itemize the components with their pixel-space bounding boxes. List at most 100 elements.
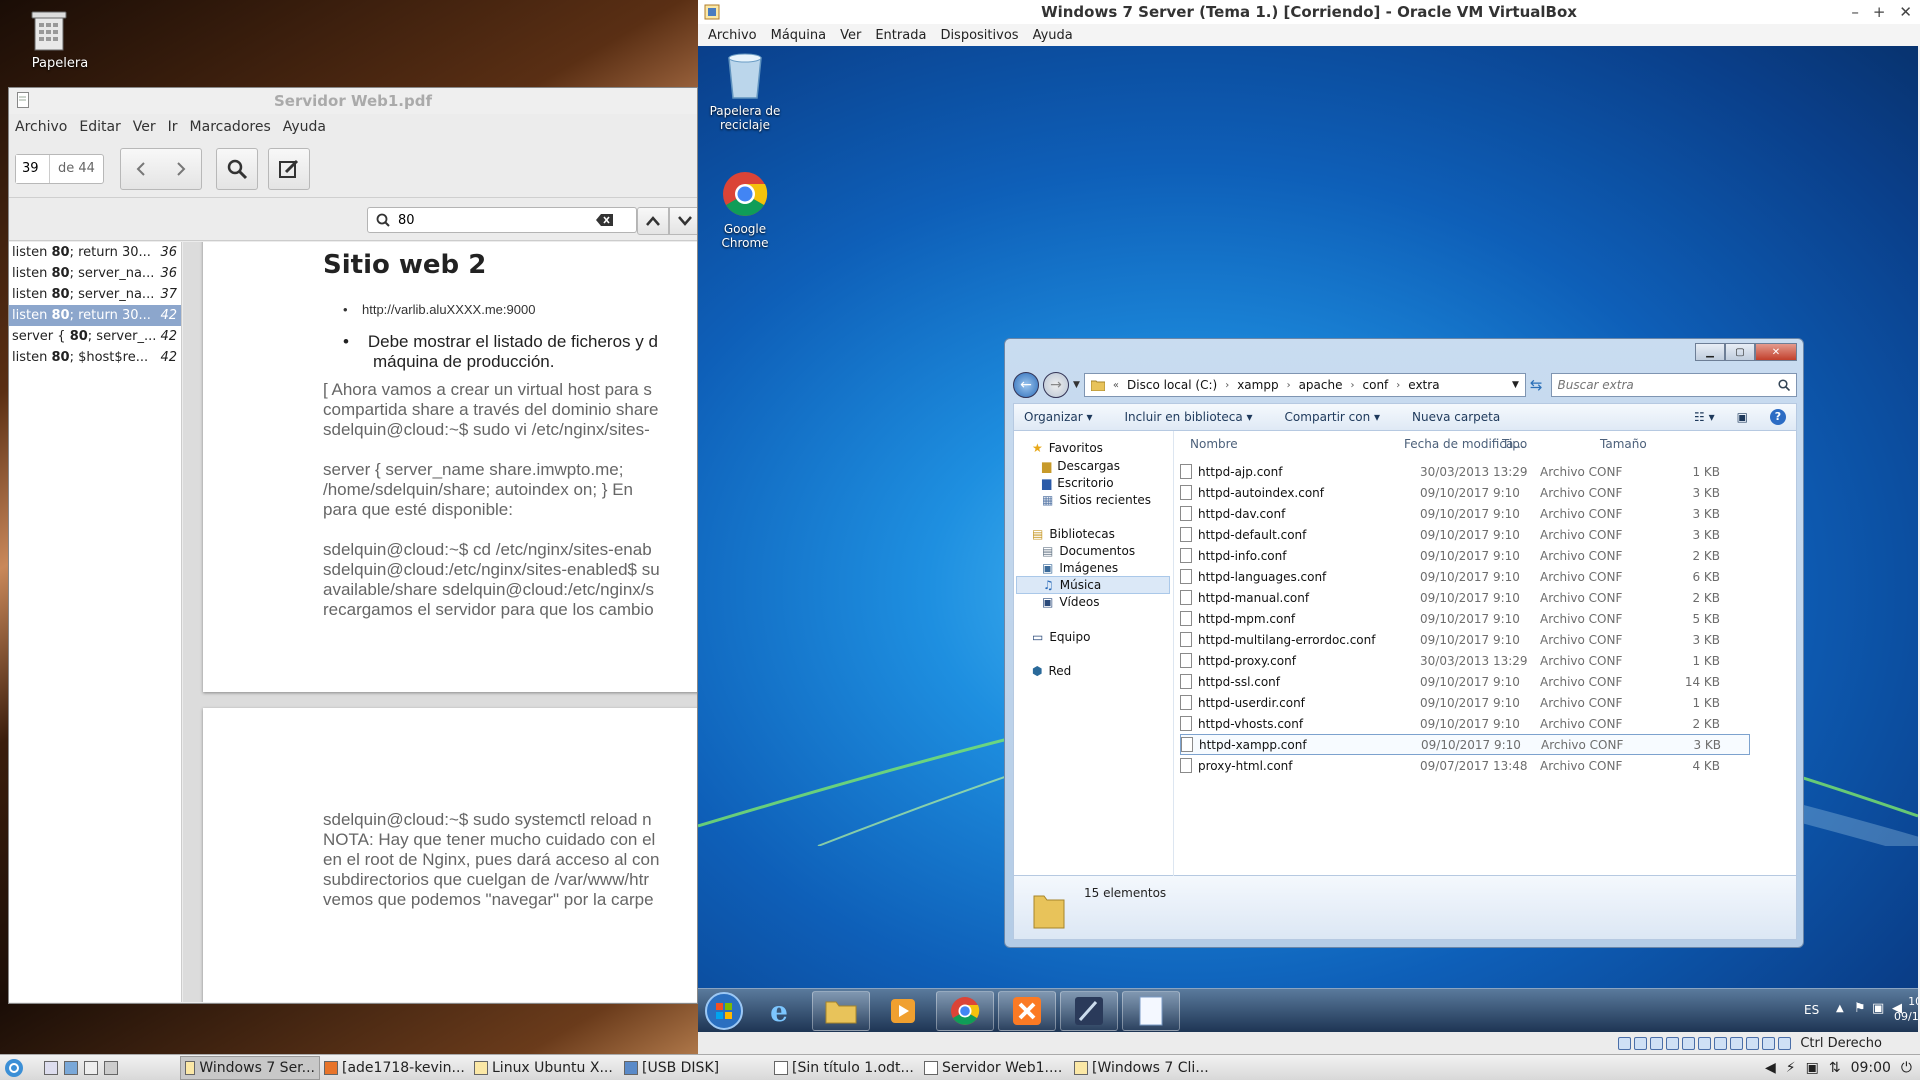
- new-folder-button[interactable]: Nueva carpeta: [1412, 410, 1500, 424]
- file-row[interactable]: httpd-info.conf 09/10/2017 9:10 Archivo CO…: [1180, 545, 1750, 566]
- host-trash-icon[interactable]: Papelera: [28, 8, 92, 71]
- audio-icon[interactable]: [1650, 1036, 1664, 1050]
- taskbar-ie[interactable]: e: [750, 991, 808, 1031]
- nav-red[interactable]: ⬢ Red: [1032, 662, 1071, 680]
- breadcrumb-item[interactable]: apache: [1299, 378, 1343, 392]
- vb-menu-ver[interactable]: Ver: [840, 28, 861, 43]
- nav-sitios-recientes[interactable]: ▦ Sitios recientes: [1042, 491, 1151, 509]
- find-previous-button[interactable]: [637, 207, 669, 235]
- video-capture-icon[interactable]: [1730, 1036, 1744, 1050]
- guest-clock[interactable]: 10:0009/10/2017: [1894, 994, 1918, 1024]
- show-desktop-icon[interactable]: [44, 1060, 58, 1075]
- nav-documentos[interactable]: ▤ Documentos: [1042, 542, 1135, 560]
- minimize-icon[interactable]: ▁: [1695, 343, 1725, 361]
- chevron-down-icon[interactable]: ▼: [1073, 380, 1080, 390]
- chevron-down-icon[interactable]: ▼: [1512, 380, 1525, 390]
- nav-bibliotecas[interactable]: ▤ Bibliotecas: [1032, 525, 1115, 543]
- maximize-icon[interactable]: +: [1873, 0, 1886, 24]
- help-icon[interactable]: ?: [1770, 409, 1786, 425]
- file-row[interactable]: httpd-default.conf 09/10/2017 9:10 Archivo…: [1180, 524, 1750, 545]
- hard-disk-icon[interactable]: [1618, 1036, 1632, 1050]
- usb-icon[interactable]: [1682, 1036, 1696, 1050]
- host-task-item[interactable]: [Windows 7 Cli...: [1070, 1056, 1220, 1080]
- vb-menu-entrada[interactable]: Entrada: [875, 28, 926, 43]
- find-input[interactable]: [398, 212, 588, 228]
- breadcrumb-item[interactable]: conf: [1363, 378, 1389, 392]
- menu-marcadores[interactable]: Marcadores: [190, 119, 271, 135]
- refresh-icon[interactable]: ⇆: [1530, 376, 1543, 394]
- taskbar-xampp[interactable]: [998, 991, 1056, 1031]
- tray-arrow-icon[interactable]: ▲: [1836, 1003, 1844, 1014]
- start-button[interactable]: [702, 991, 746, 1031]
- find-result[interactable]: server { 80; server_... 42: [9, 326, 181, 347]
- file-row[interactable]: httpd-manual.conf 09/10/2017 9:10 Archivo …: [1180, 587, 1750, 608]
- menu-editar[interactable]: Editar: [79, 119, 120, 135]
- nav-equipo[interactable]: ▭ Equipo: [1032, 628, 1090, 646]
- nav-musica[interactable]: ♫ Música: [1016, 576, 1170, 594]
- forward-button[interactable]: →: [1043, 372, 1069, 398]
- file-row[interactable]: httpd-ssl.conf 09/10/2017 9:10 Archivo CON…: [1180, 671, 1750, 692]
- pdf-viewer-titlebar[interactable]: Servidor Web1.pdf: [9, 88, 697, 114]
- host-clock[interactable]: 09:00: [1851, 1060, 1891, 1076]
- menu-ir[interactable]: Ir: [168, 119, 178, 135]
- find-result-selected[interactable]: listen 80; return 30... 42: [9, 305, 181, 326]
- host-task-item[interactable]: [USB DISK]: [620, 1056, 770, 1080]
- host-task-item[interactable]: Linux Ubuntu X...: [470, 1056, 620, 1080]
- vb-menu-maquina[interactable]: Máquina: [771, 28, 827, 43]
- guest-desktop[interactable]: Papelera de reciclaje Google Chrome ▁ ▢ …: [698, 46, 1918, 1032]
- breadcrumb-item[interactable]: xampp: [1237, 378, 1278, 392]
- terminal-icon[interactable]: [84, 1060, 98, 1075]
- include-in-library-button[interactable]: Incluir en biblioteca ▾: [1125, 410, 1253, 424]
- maximize-icon[interactable]: ▢: [1725, 343, 1755, 361]
- search-input[interactable]: [1557, 378, 1758, 392]
- host-task-item[interactable]: [Sin título 1.odt...: [770, 1056, 920, 1080]
- clear-icon[interactable]: [596, 214, 614, 226]
- page-number-input[interactable]: [16, 154, 50, 183]
- file-row[interactable]: httpd-dav.conf 09/10/2017 9:10 Archivo CON…: [1180, 503, 1750, 524]
- previous-page-button[interactable]: [121, 149, 161, 189]
- find-result[interactable]: listen 80; $host$re... 42: [9, 347, 181, 368]
- find-result[interactable]: listen 80; server_na... 37: [9, 284, 181, 305]
- cpu-icon[interactable]: [1746, 1036, 1760, 1050]
- nav-imagenes[interactable]: ▣ Imágenes: [1042, 559, 1118, 577]
- file-row[interactable]: httpd-mpm.conf 09/10/2017 9:10 Archivo CON…: [1180, 608, 1750, 629]
- taskbar-tool[interactable]: [1060, 991, 1118, 1031]
- optical-drive-icon[interactable]: [1634, 1036, 1648, 1050]
- display-icon[interactable]: [1714, 1036, 1728, 1050]
- view-options-icon[interactable]: ☷ ▾: [1694, 410, 1715, 424]
- preview-pane-icon[interactable]: ▣: [1737, 410, 1748, 424]
- close-icon[interactable]: ✕: [1899, 0, 1912, 24]
- file-manager-icon[interactable]: [64, 1060, 78, 1075]
- vb-menu-archivo[interactable]: Archivo: [708, 28, 757, 43]
- action-center-icon[interactable]: ⚑: [1854, 1001, 1866, 1016]
- document-view[interactable]: Sitio web 2 • http://varlib.aluXXXX.me:9…: [183, 242, 697, 1002]
- virtualbox-titlebar[interactable]: Windows 7 Server (Tema 1.) [Corriendo] -…: [698, 0, 1920, 24]
- nav-favoritos[interactable]: ★ Favoritos: [1032, 439, 1103, 457]
- minimize-icon[interactable]: –: [1851, 0, 1859, 24]
- taskbar-chrome[interactable]: [936, 991, 994, 1031]
- next-page-button[interactable]: [161, 149, 201, 189]
- calculator-icon[interactable]: [104, 1060, 118, 1075]
- file-row[interactable]: proxy-html.conf 09/07/2017 13:48 Archivo C…: [1180, 755, 1750, 776]
- power-indicator-icon[interactable]: ⚡: [1786, 1060, 1796, 1076]
- file-row[interactable]: httpd-ajp.conf 30/03/2013 13:29 Archivo CO…: [1180, 461, 1750, 482]
- column-name[interactable]: Nombre: [1190, 437, 1238, 451]
- back-button[interactable]: ←: [1013, 372, 1039, 398]
- file-row[interactable]: httpd-userdir.conf 09/10/2017 9:10 Archivo…: [1180, 692, 1750, 713]
- taskbar-notepad[interactable]: [1122, 991, 1180, 1031]
- column-size[interactable]: Tamaño: [1600, 437, 1647, 451]
- breadcrumb-item[interactable]: Disco local (C:): [1127, 378, 1217, 392]
- host-menu-button[interactable]: [0, 1056, 40, 1080]
- annotate-button[interactable]: [267, 147, 310, 190]
- keyboard-icon[interactable]: [1778, 1036, 1792, 1050]
- find-next-button[interactable]: [669, 207, 697, 235]
- guest-recycle-bin[interactable]: Papelera de reciclaje: [700, 52, 790, 132]
- nav-escritorio[interactable]: ▆ Escritorio: [1042, 474, 1114, 492]
- network-icon[interactable]: [1666, 1036, 1680, 1050]
- host-task-item[interactable]: [ade1718-kevin...: [320, 1056, 470, 1080]
- breadcrumb-item[interactable]: extra: [1408, 378, 1439, 392]
- column-type[interactable]: Tipo: [1502, 437, 1527, 451]
- host-task-item[interactable]: Servidor Web1....: [920, 1056, 1070, 1080]
- address-bar[interactable]: « Disco local (C:) › xampp › apache › conf ›…: [1083, 373, 1526, 397]
- host-task-item[interactable]: Windows 7 Ser...: [180, 1055, 320, 1080]
